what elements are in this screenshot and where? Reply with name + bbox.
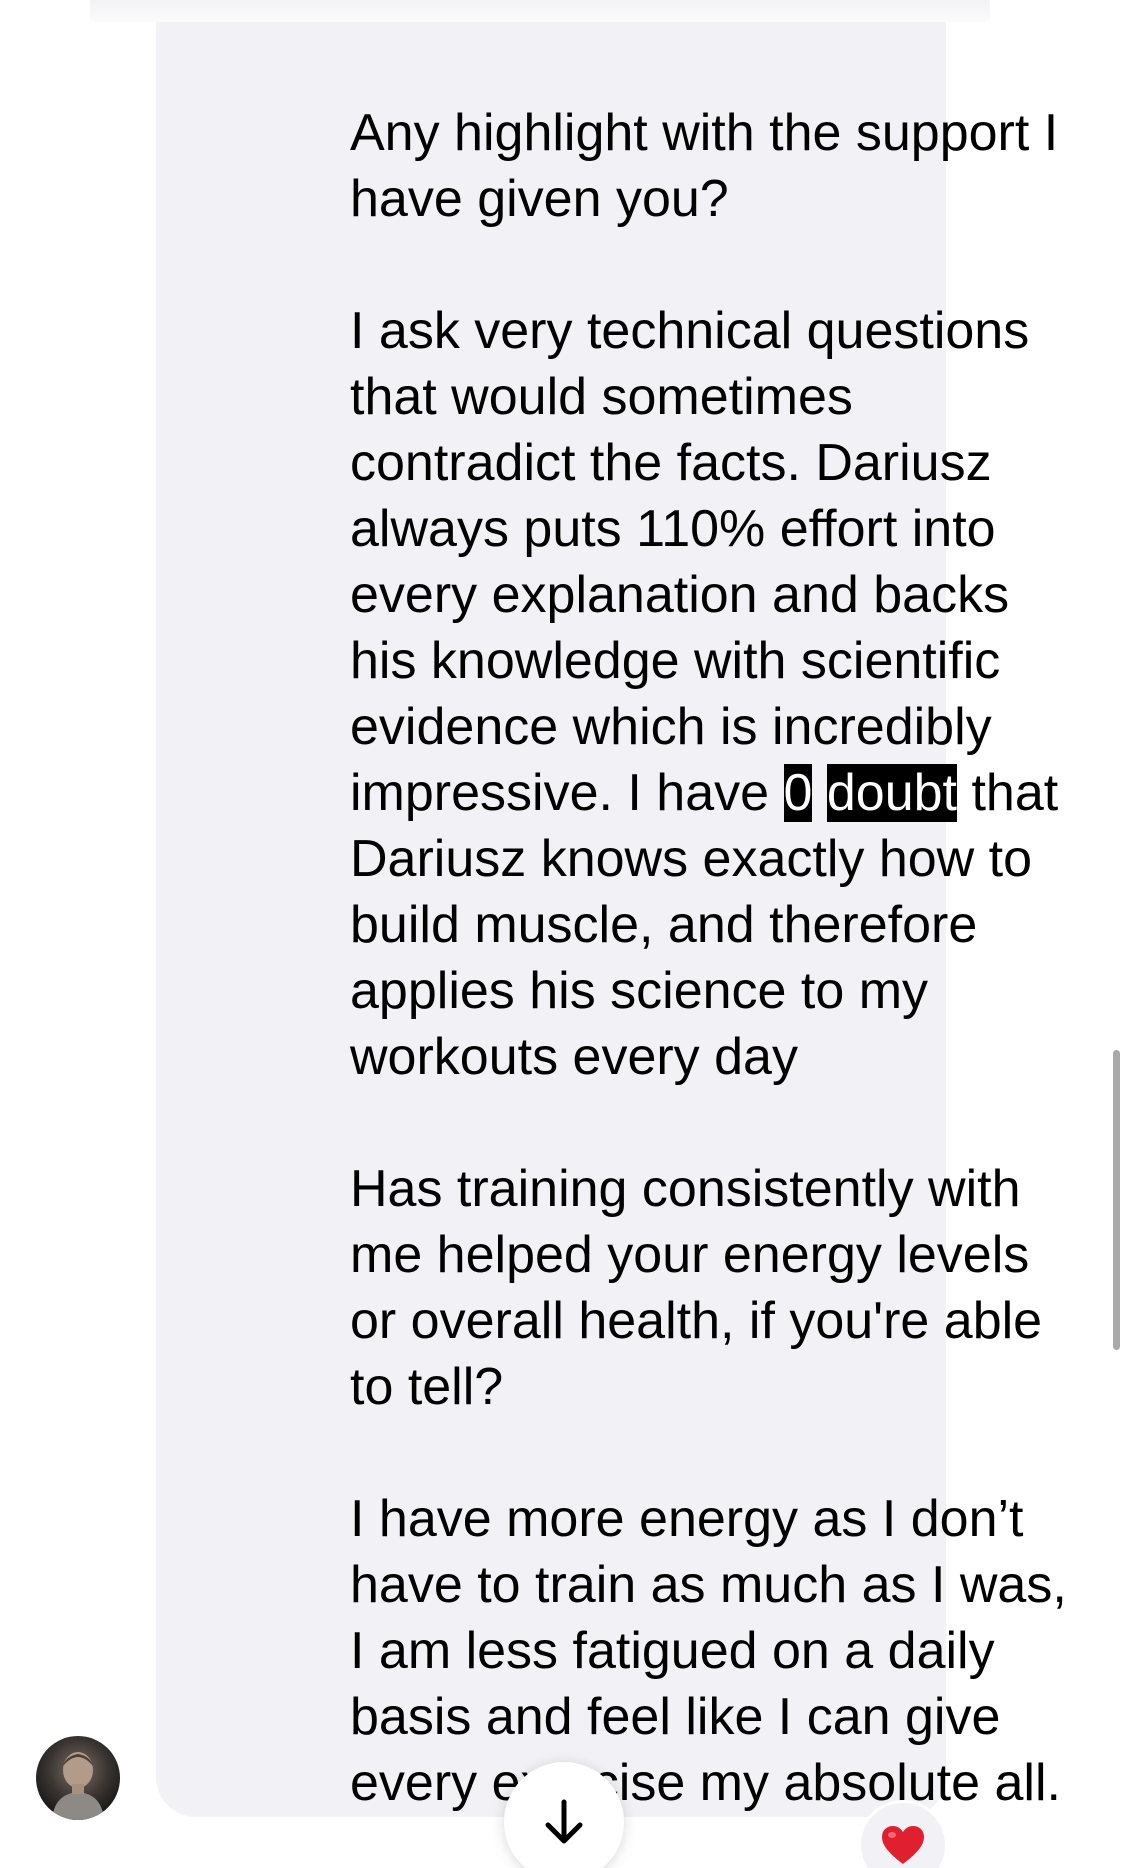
message-paragraph: I ask very technical questions that woul… xyxy=(350,298,1080,1090)
highlighted-text: doubt xyxy=(826,764,958,822)
message-text-segment: I ask very technical questions that woul… xyxy=(350,302,1030,822)
chat-screen: Any highlight with the support I have gi… xyxy=(0,0,1125,1868)
message-text: Any highlight with the support I have gi… xyxy=(350,100,1080,1816)
red-heart-icon xyxy=(882,1826,924,1864)
previous-message-edge xyxy=(90,0,990,22)
message-paragraph: Has training consistently with me helped… xyxy=(350,1160,1043,1416)
sender-avatar[interactable] xyxy=(36,1736,120,1820)
message-bubble[interactable]: Any highlight with the support I have gi… xyxy=(156,22,1067,1817)
message-paragraph: Any highlight with the support I have gi… xyxy=(350,104,1059,228)
scrollbar-thumb[interactable] xyxy=(1113,1050,1120,1350)
message-paragraph: I have more energy as I don’t have to tr… xyxy=(350,1490,1067,1812)
person-avatar-icon xyxy=(52,1752,104,1820)
arrow-down-icon xyxy=(545,1799,583,1844)
highlighted-text: 0 xyxy=(783,764,813,822)
